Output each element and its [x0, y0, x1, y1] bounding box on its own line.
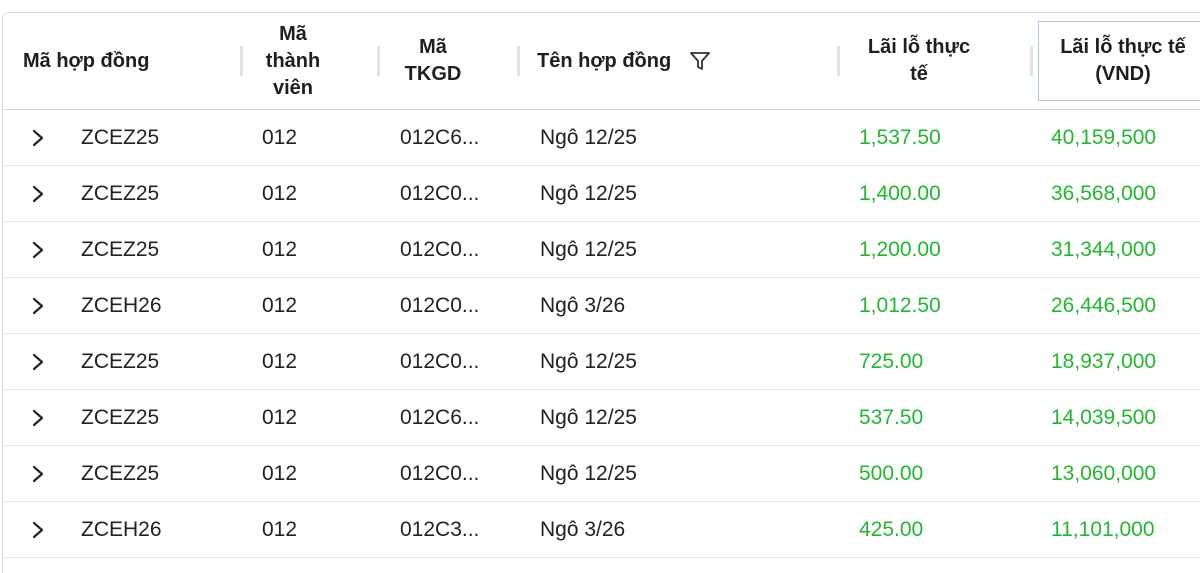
column-resize-handle[interactable] — [517, 46, 520, 76]
column-label-line: thành — [265, 49, 321, 72]
table-row[interactable]: ZCEZ25 012 012C6... Ngô 12/25 537.50 14,039,5… — [3, 390, 1200, 446]
column-resize-handle[interactable] — [377, 46, 380, 76]
table-row[interactable]: ZCEZ25 012 012C0... Ngô 12/25 500.00 13,060,0… — [3, 446, 1200, 502]
member-code-cell: 012 — [262, 517, 298, 541]
contract-code-cell: ZCEZ25 — [81, 125, 160, 149]
chevron-right-icon — [31, 521, 45, 539]
expand-row-button[interactable] — [31, 278, 53, 333]
expand-row-button[interactable] — [31, 446, 53, 501]
column-header-pnl[interactable]: Lãi lỗ thực tế — [839, 13, 999, 109]
pnl-cell: 1,200.00 — [859, 237, 941, 261]
contract-code-cell: ZCEZ25 — [81, 237, 160, 261]
column-header-account[interactable]: Mã TKGD — [383, 13, 483, 109]
chevron-right-icon — [31, 185, 45, 203]
pnl-cell: 537.50 — [859, 405, 924, 429]
contract-code-cell: ZCEZ25 — [81, 181, 160, 205]
table-header: Mã hợp đồng Mã thành viên Mã TKGD Tên hợ… — [3, 13, 1200, 110]
account-cell: 012C0... — [400, 461, 480, 485]
expand-row-button[interactable] — [31, 110, 53, 165]
column-label-line: Mã — [419, 36, 447, 58]
pnl-vnd-cell: 31,344,000 — [1051, 237, 1157, 261]
contract-code-cell: ZCEH26 — [81, 293, 162, 317]
account-cell: 012C6... — [400, 405, 480, 429]
chevron-right-icon — [31, 465, 45, 483]
chevron-right-icon — [31, 297, 45, 315]
table-row[interactable]: ZCEH26 012 012C3... Ngô 3/26 425.00 11,101,00… — [3, 502, 1200, 558]
pnl-cell: 725.00 — [859, 349, 924, 373]
account-cell: 012C0... — [400, 237, 480, 261]
column-label-line: Lãi lỗ thực — [867, 36, 971, 58]
column-label-line: tế — [910, 63, 928, 85]
member-code-cell: 012 — [262, 293, 298, 317]
account-cell: 012C6... — [400, 125, 480, 149]
member-code-cell: 012 — [262, 405, 298, 429]
expand-row-button[interactable] — [31, 222, 53, 277]
account-cell: 012C0... — [400, 293, 480, 317]
column-resize-handle[interactable] — [1030, 46, 1033, 76]
chevron-right-icon — [31, 129, 45, 147]
pnl-vnd-cell: 11,101,000 — [1051, 517, 1155, 541]
member-code-cell: 012 — [262, 461, 298, 485]
contract-name-cell: Ngô 12/25 — [540, 181, 637, 205]
pnl-cell: 1,012.50 — [859, 293, 941, 317]
contract-code-cell: ZCEZ25 — [81, 461, 160, 485]
chevron-right-icon — [31, 241, 45, 259]
column-header-member-code[interactable]: Mã thành viên — [243, 13, 343, 109]
member-code-cell: 012 — [262, 349, 298, 373]
contract-name-cell: Ngô 12/25 — [540, 461, 637, 485]
pnl-vnd-cell: 36,568,000 — [1051, 181, 1157, 205]
column-header-pnl-vnd[interactable]: Lãi lỗ thực tế (VND) — [1038, 21, 1200, 101]
contract-code-cell: ZCEH26 — [81, 517, 162, 541]
contract-name-cell: Ngô 3/26 — [540, 293, 626, 317]
column-label-line: viên — [272, 76, 314, 99]
contract-name-cell: Ngô 12/25 — [540, 405, 637, 429]
pnl-cell: 500.00 — [859, 461, 924, 485]
positions-table: Mã hợp đồng Mã thành viên Mã TKGD Tên hợ… — [2, 12, 1200, 573]
pnl-cell: 425.00 — [859, 517, 924, 541]
contract-name-cell: Ngô 12/25 — [540, 237, 637, 261]
table-row[interactable]: ZCEZ25 012 012C0... Ngô 12/25 725.00 18,937,0… — [3, 334, 1200, 390]
table-row[interactable]: ZCEH26 012 012C0... Ngô 3/26 1,012.50 26,446,… — [3, 278, 1200, 334]
member-code-cell: 012 — [262, 237, 298, 261]
expand-row-button[interactable] — [31, 334, 53, 389]
pnl-vnd-cell: 18,937,000 — [1051, 349, 1157, 373]
column-label-line: (VND) — [1095, 63, 1151, 85]
table-row[interactable]: ZCEZ25 012 012C0... Ngô 12/25 1,400.00 36,568… — [3, 166, 1200, 222]
chevron-right-icon — [31, 409, 45, 427]
member-code-cell: 012 — [262, 125, 298, 149]
contract-code-cell: ZCEZ25 — [81, 349, 160, 373]
column-label-line: Lãi lỗ thực tế — [1060, 36, 1186, 58]
pnl-cell: 1,537.50 — [859, 125, 941, 149]
member-code-cell: 012 — [262, 181, 298, 205]
table-row[interactable]: ZCEZ25 012 012C6... Ngô 12/25 1,537.50 40,159… — [3, 110, 1200, 166]
account-cell: 012C3... — [400, 517, 480, 541]
contract-name-cell: Ngô 12/25 — [540, 125, 637, 149]
expand-row-button[interactable] — [31, 502, 53, 557]
expand-row-button[interactable] — [31, 390, 53, 445]
expand-row-button[interactable] — [31, 166, 53, 221]
chevron-right-icon — [31, 353, 45, 371]
table-body: ZCEZ25 012 012C6... Ngô 12/25 1,537.50 40,159… — [3, 110, 1200, 558]
pnl-vnd-cell: 26,446,500 — [1051, 293, 1157, 317]
pnl-vnd-cell: 13,060,000 — [1051, 461, 1157, 485]
pnl-vnd-cell: 14,039,500 — [1051, 405, 1157, 429]
contract-code-cell: ZCEZ25 — [81, 405, 160, 429]
table-row[interactable]: ZCEZ25 012 012C0... Ngô 12/25 1,200.00 31,344… — [3, 222, 1200, 278]
column-label: Tên hợp đồng — [537, 49, 672, 72]
column-label-line: Mã — [279, 22, 307, 45]
column-label-line: TKGD — [404, 63, 462, 85]
contract-name-cell: Ngô 3/26 — [540, 517, 626, 541]
pnl-vnd-cell: 40,159,500 — [1051, 125, 1157, 149]
account-cell: 012C0... — [400, 349, 480, 373]
filter-icon[interactable] — [689, 50, 711, 72]
column-header-contract-code[interactable]: Mã hợp đồng — [23, 13, 223, 109]
column-label: Mã hợp đồng — [23, 49, 150, 72]
account-cell: 012C0... — [400, 181, 480, 205]
pnl-cell: 1,400.00 — [859, 181, 941, 205]
column-header-contract-name[interactable]: Tên hợp đồng — [537, 13, 797, 109]
contract-name-cell: Ngô 12/25 — [540, 349, 637, 373]
